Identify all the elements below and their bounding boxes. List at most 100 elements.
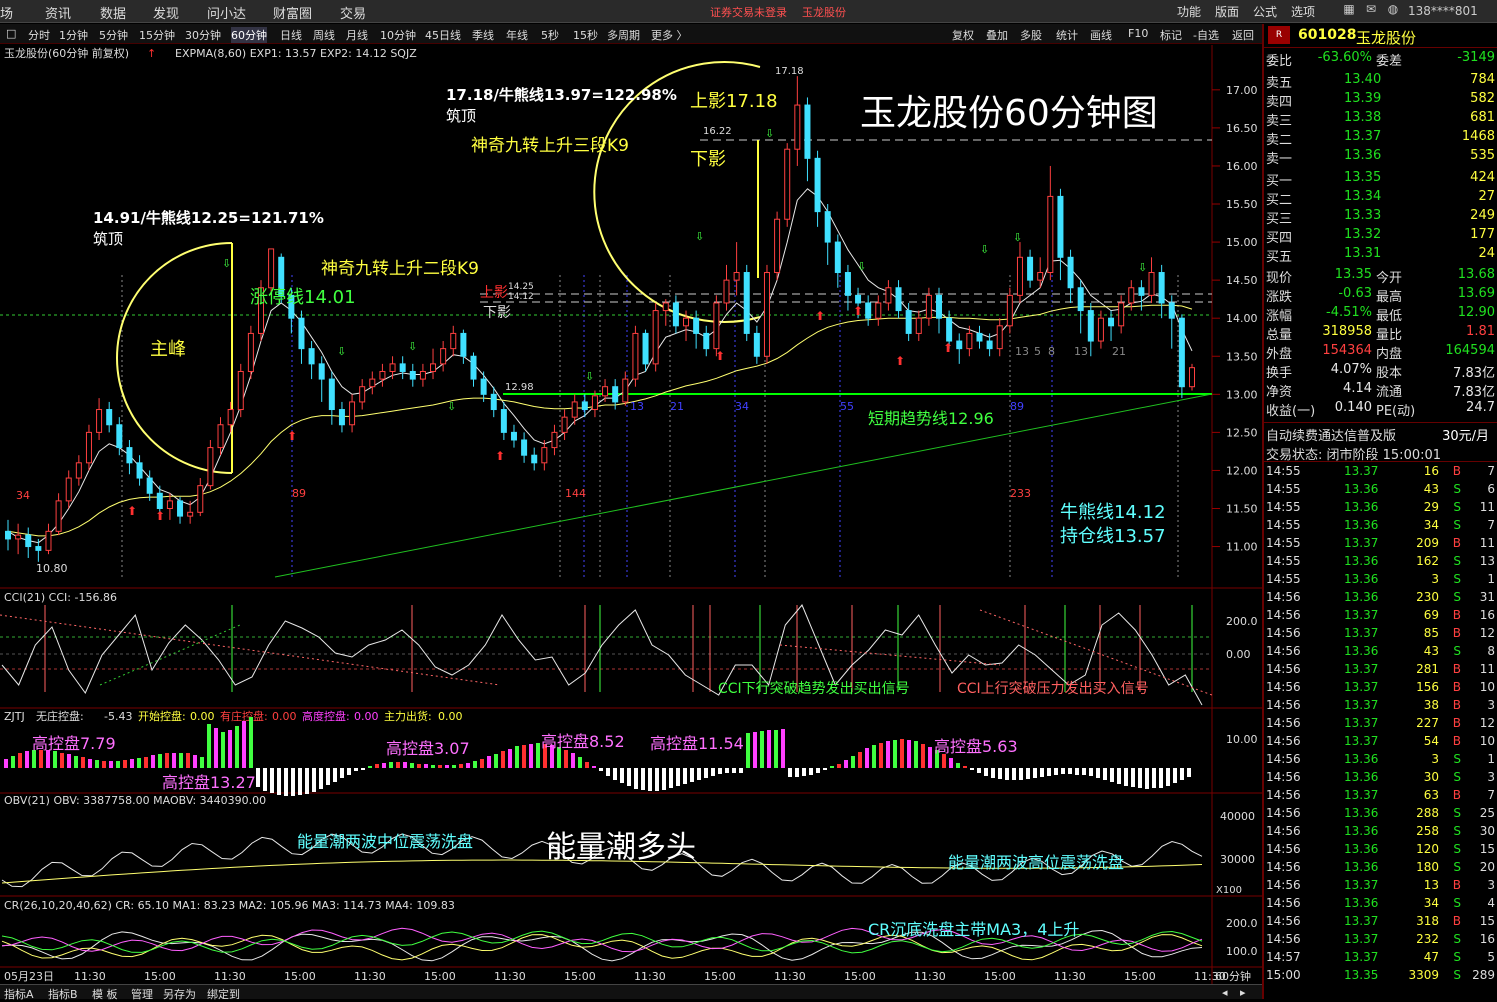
menu-item-discover[interactable]: 发现 <box>153 3 179 22</box>
zjtj-bar <box>158 754 162 768</box>
chat-icon[interactable]: ◍ <box>1384 2 1402 20</box>
grid-icon[interactable]: ▦ <box>1340 2 1358 20</box>
zjtj-bar <box>977 768 981 773</box>
zjtj-mark-5: 高控盘11.54 <box>650 734 744 753</box>
menu-item-data[interactable]: 数据 <box>100 3 126 22</box>
menu-layout[interactable]: 版面 <box>1215 3 1239 20</box>
promo-bar[interactable]: 自动续费通达信普及版 30元/月 <box>1264 422 1497 444</box>
tab-template[interactable]: 模 板 <box>92 986 118 1002</box>
period-multi[interactable]: 多周期 <box>607 27 640 43</box>
tool-stats[interactable]: 统计 <box>1056 27 1078 43</box>
ask-price: 13.40 <box>1344 72 1382 87</box>
bid-label: 买一 <box>1266 174 1293 189</box>
stat-label: 最低 <box>1376 309 1403 324</box>
zjtj-bar <box>1173 768 1177 783</box>
candle-body <box>1047 195 1054 274</box>
tab-bind[interactable]: 绑定到 <box>207 986 240 1002</box>
period-year[interactable]: 年线 <box>506 27 528 43</box>
stat-label: 内盘 <box>1376 347 1403 362</box>
tick-volume: 3 <box>1431 752 1439 766</box>
account-name[interactable]: 138****801 <box>1408 4 1478 18</box>
period-5min[interactable]: 5分钟 <box>99 27 128 43</box>
menu-item-market[interactable]: 场 <box>0 3 13 22</box>
tab-indicator-b[interactable]: 指标B <box>48 986 78 1002</box>
scroll-right-icon[interactable]: ▸ <box>1240 986 1246 999</box>
price-tick-10: 12.00 <box>1226 464 1258 477</box>
period-5sec[interactable]: 5秒 <box>541 27 559 43</box>
tool-draw[interactable]: 画线 <box>1090 27 1112 43</box>
sell-arrow-icon: ⇩ <box>337 345 346 358</box>
tool-mark[interactable]: 标记 <box>1160 27 1182 43</box>
menu-options[interactable]: 选项 <box>1291 3 1315 20</box>
zjtj-bar <box>424 764 428 768</box>
period-15min[interactable]: 15分钟 <box>139 27 175 43</box>
trend-label: 短期趋势线12.96 <box>868 409 994 428</box>
period-1min[interactable]: 1分钟 <box>59 27 88 43</box>
period-60min[interactable]: 60分钟 <box>231 27 267 43</box>
tool-fuquan[interactable]: 复权 <box>952 27 974 43</box>
zjtj-bar <box>298 768 302 795</box>
tick-row: 14:55 13.36 43 S 6 <box>1264 482 1497 500</box>
candle-body <box>905 310 912 334</box>
period-month[interactable]: 月线 <box>346 27 368 43</box>
candle-body <box>460 332 467 357</box>
menu-function[interactable]: 功能 <box>1177 3 1201 20</box>
tool-back[interactable]: 返回 <box>1232 27 1254 43</box>
time-label-11: 11:30 <box>774 970 806 983</box>
period-day[interactable]: 日线 <box>280 27 302 43</box>
sell-arrow-icon: ⇩ <box>1013 231 1022 244</box>
menu-item-wenxiaoda[interactable]: 问小达 <box>207 3 246 22</box>
period-15sec[interactable]: 15秒 <box>573 27 598 43</box>
zjtj-mark-2: 高控盘13.27 <box>162 773 256 792</box>
tab-manage[interactable]: 管理 <box>131 986 153 1002</box>
tick-price: 13.37 <box>1344 698 1379 712</box>
zjtj-k1: 开始控盘: <box>138 709 186 723</box>
tick-time: 14:56 <box>1266 914 1301 928</box>
login-notice[interactable]: 证券交易未登录 <box>710 4 787 20</box>
candle-body <box>1057 195 1064 258</box>
tick-row: 14:56 13.37 63 B 7 <box>1264 788 1497 806</box>
price-axis: 17.00 16.50 16.00 15.50 15.00 14.50 14.00 13.50… <box>1212 84 1258 554</box>
menu-formula[interactable]: 公式 <box>1253 3 1277 20</box>
zjtj-bar <box>361 768 365 770</box>
candle-body <box>450 332 457 350</box>
period-45day[interactable]: 45日线 <box>425 27 461 43</box>
tick-count: 5 <box>1487 950 1495 964</box>
k9-two-label: 神奇九转上升二段K9 <box>321 259 479 279</box>
menu-item-trade[interactable]: 交易 <box>340 3 366 22</box>
buy-arrow-icon: ⬆ <box>943 341 953 355</box>
tick-time: 14:57 <box>1266 950 1301 964</box>
period-10min[interactable]: 10分钟 <box>380 27 416 43</box>
zjtj-bar <box>802 768 806 776</box>
envelope-icon[interactable]: ✉ <box>1362 2 1380 20</box>
count-34b: 34 <box>735 400 749 413</box>
buy-arrow-icon: ⬆ <box>495 449 505 463</box>
kline-chart[interactable]: 17.00 16.50 16.00 15.50 15.00 14.50 14.00 13.50… <box>0 45 1262 985</box>
candle-body <box>824 211 831 243</box>
zjtj-bar <box>347 768 351 775</box>
zjtj-bar <box>662 768 666 790</box>
period-more[interactable]: 更多 〉 <box>651 27 688 43</box>
period-fenshi[interactable]: 分时 <box>28 27 50 43</box>
tool-overlay[interactable]: 叠加 <box>986 27 1008 43</box>
upper-shadow-small: 上影 <box>480 285 508 301</box>
period-week[interactable]: 周线 <box>313 27 335 43</box>
zjtj-bar <box>417 764 421 768</box>
tick-row: 14:55 13.36 34 S 7 <box>1264 518 1497 536</box>
menu-item-news[interactable]: 资讯 <box>45 3 71 22</box>
candle-body <box>5 530 11 540</box>
chart-settings-icon[interactable]: □ <box>6 27 16 40</box>
period-season[interactable]: 季线 <box>472 27 494 43</box>
period-30min[interactable]: 30分钟 <box>185 27 221 43</box>
tab-indicator-a[interactable]: 指标A <box>4 986 34 1002</box>
zjtj-bar <box>1026 768 1030 779</box>
stat-value: -4.51% <box>1326 305 1372 320</box>
tool-f10[interactable]: F10 <box>1128 27 1148 40</box>
tool-remove-watch[interactable]: -自选 <box>1193 27 1219 43</box>
tool-multistock[interactable]: 多股 <box>1020 27 1042 43</box>
tab-save-as[interactable]: 另存为 <box>163 986 196 1002</box>
candle-body <box>915 317 922 334</box>
menu-item-wealth[interactable]: 财富圈 <box>273 3 312 22</box>
bid-label: 买四 <box>1266 231 1293 246</box>
scroll-left-icon[interactable]: ◂ <box>1222 986 1228 999</box>
